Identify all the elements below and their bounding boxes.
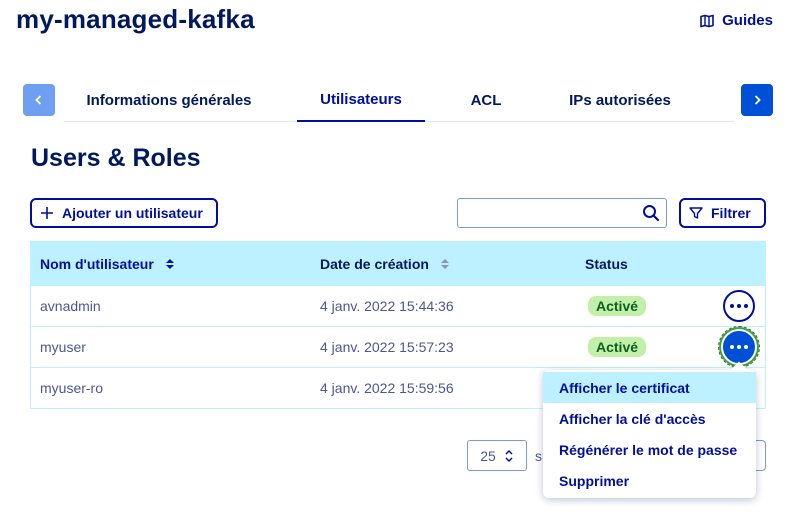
- creation-date: 4 janv. 2022 15:44:36: [320, 298, 454, 314]
- row-actions-menu: Afficher le certificat Afficher la clé d…: [543, 370, 756, 498]
- tab-utilisateurs[interactable]: Utilisateurs: [297, 78, 425, 122]
- section-title: Users & Roles: [31, 144, 201, 172]
- user-name: myuser: [40, 339, 86, 355]
- column-header-status: Status: [585, 242, 628, 285]
- user-name: avnadmin: [40, 298, 101, 314]
- tab-ips-autorisees[interactable]: IPs autorisées: [547, 78, 693, 122]
- menu-item-delete[interactable]: Supprimer: [543, 465, 756, 496]
- add-user-button[interactable]: Ajouter un utilisateur: [30, 198, 218, 228]
- plus-icon: [41, 207, 53, 219]
- search-input[interactable]: [458, 199, 628, 227]
- tabs-prev-button[interactable]: [23, 84, 55, 116]
- book-icon: [700, 14, 714, 27]
- column-header-date-label: Date de création: [320, 255, 429, 272]
- creation-date: 4 janv. 2022 15:59:56: [320, 380, 454, 396]
- menu-item-regenerate-password[interactable]: Régénérer le mot de passe: [543, 434, 756, 465]
- filter-button[interactable]: Filtrer: [679, 198, 766, 228]
- row-actions-button[interactable]: [718, 326, 760, 368]
- menu-item-show-access-key[interactable]: Afficher la clé d'accès: [543, 403, 756, 434]
- select-arrows-icon: [505, 449, 513, 462]
- status-badge: Activé: [588, 296, 647, 316]
- status-cell: Activé: [588, 286, 647, 326]
- sort-icon[interactable]: [165, 258, 174, 269]
- status-badge: Activé: [588, 337, 647, 357]
- sort-icon[interactable]: [440, 258, 449, 269]
- tab-bar: Informations générales Utilisateurs ACL …: [64, 78, 734, 122]
- table-header: Nom d'utilisateur Date de création Statu…: [31, 242, 765, 285]
- column-header-date[interactable]: Date de création: [320, 242, 449, 285]
- tab-informations-generales[interactable]: Informations générales: [69, 78, 269, 122]
- tab-acl[interactable]: ACL: [449, 78, 523, 122]
- guides-link[interactable]: Guides: [700, 12, 773, 29]
- table-row: avnadmin 4 janv. 2022 15:44:36 Activé: [31, 285, 765, 326]
- add-user-label: Ajouter un utilisateur: [62, 205, 203, 221]
- more-icon: [730, 304, 748, 308]
- search-field[interactable]: [457, 198, 667, 228]
- status-cell: Activé: [588, 327, 647, 367]
- filter-icon: [689, 207, 703, 219]
- column-header-name[interactable]: Nom d'utilisateur: [40, 242, 174, 285]
- page-title: my-managed-kafka: [16, 4, 255, 34]
- guides-label: Guides: [722, 12, 773, 29]
- page-size-value: 25: [480, 447, 496, 464]
- row-actions-button[interactable]: [723, 290, 755, 322]
- creation-date: 4 janv. 2022 15:57:23: [320, 339, 454, 355]
- page-size-select[interactable]: 25: [467, 440, 527, 471]
- search-icon[interactable]: [642, 204, 660, 222]
- menu-item-show-certificate[interactable]: Afficher le certificat: [543, 372, 756, 403]
- table-row: myuser 4 janv. 2022 15:57:23 Activé: [31, 326, 765, 368]
- tabs-next-button[interactable]: [741, 84, 773, 116]
- filter-label: Filtrer: [711, 205, 751, 221]
- column-header-status-label: Status: [585, 255, 628, 272]
- more-icon: [730, 345, 748, 349]
- user-name: myuser-ro: [40, 380, 104, 396]
- chevron-left-icon: [35, 95, 42, 105]
- column-header-name-label: Nom d'utilisateur: [40, 255, 154, 272]
- chevron-right-icon: [754, 95, 761, 105]
